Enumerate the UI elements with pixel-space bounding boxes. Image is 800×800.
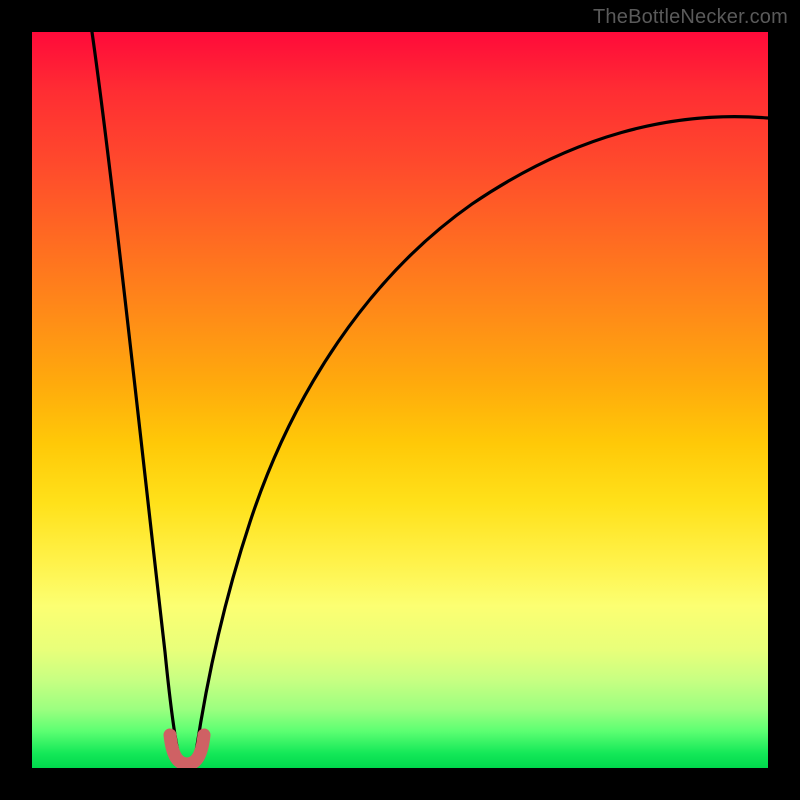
valley-marker — [170, 735, 204, 764]
chart-frame: TheBottleNecker.com — [0, 0, 800, 800]
right-curve — [196, 117, 768, 752]
watermark-text: TheBottleNecker.com — [593, 6, 788, 29]
plot-area — [32, 32, 768, 768]
left-curve — [92, 32, 178, 752]
curves-svg — [32, 32, 768, 768]
